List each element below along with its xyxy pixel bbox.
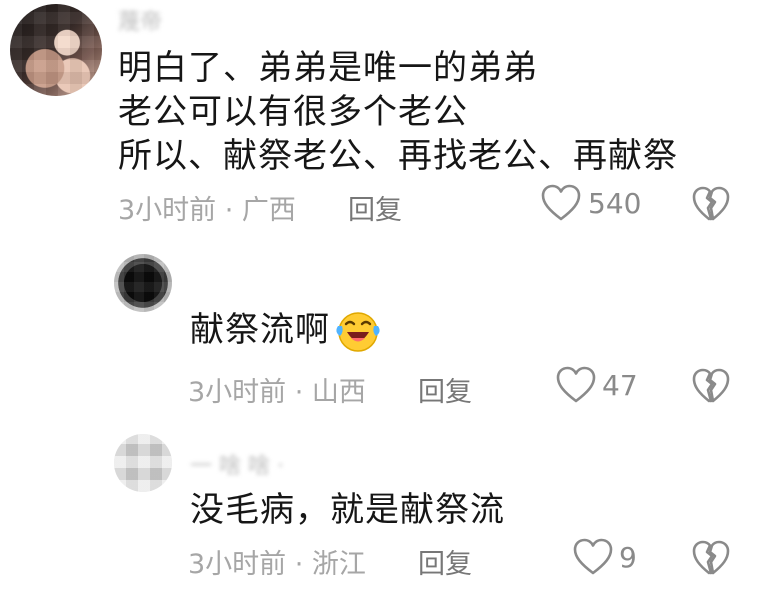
- comment-text-line-2: 老公可以有很多个老公: [118, 92, 468, 132]
- comment-text-line-3: 所以、献祭老公、再找老公、再献祭: [118, 136, 678, 176]
- like-count: 540: [588, 187, 642, 220]
- comment-timestamp-location: 3小时前 · 山西: [188, 377, 366, 408]
- comment-text: 没毛病，就是献祭流: [190, 490, 505, 530]
- comment-timestamp-location: 3小时前 · 浙江: [188, 549, 366, 580]
- like-count: 9: [619, 541, 637, 574]
- avatar[interactable]: [10, 4, 102, 96]
- broken-heart-icon[interactable]: [692, 368, 730, 404]
- heart-outline-icon[interactable]: [573, 538, 613, 576]
- reply-button[interactable]: 回复: [418, 542, 472, 581]
- reply-button[interactable]: 回复: [348, 188, 402, 227]
- like-count: 47: [602, 369, 638, 402]
- heart-outline-icon[interactable]: [541, 184, 581, 222]
- broken-heart-icon[interactable]: [692, 186, 730, 222]
- comment-text: 献祭流啊: [190, 310, 330, 350]
- broken-heart-icon[interactable]: [692, 540, 730, 576]
- reply-button[interactable]: 回复: [418, 370, 472, 409]
- comment-text-line-1: 明白了、弟弟是唯一的弟弟: [118, 48, 538, 88]
- comment-timestamp-location: 3小时前 · 广西: [118, 195, 296, 226]
- avatar[interactable]: [114, 254, 172, 312]
- avatar[interactable]: [114, 434, 172, 492]
- username[interactable]: 一 啥 啥 ·: [190, 448, 284, 480]
- laughing-crying-emoji: [334, 310, 382, 358]
- username[interactable]: 蔑帝: [118, 4, 162, 36]
- heart-outline-icon[interactable]: [556, 366, 596, 404]
